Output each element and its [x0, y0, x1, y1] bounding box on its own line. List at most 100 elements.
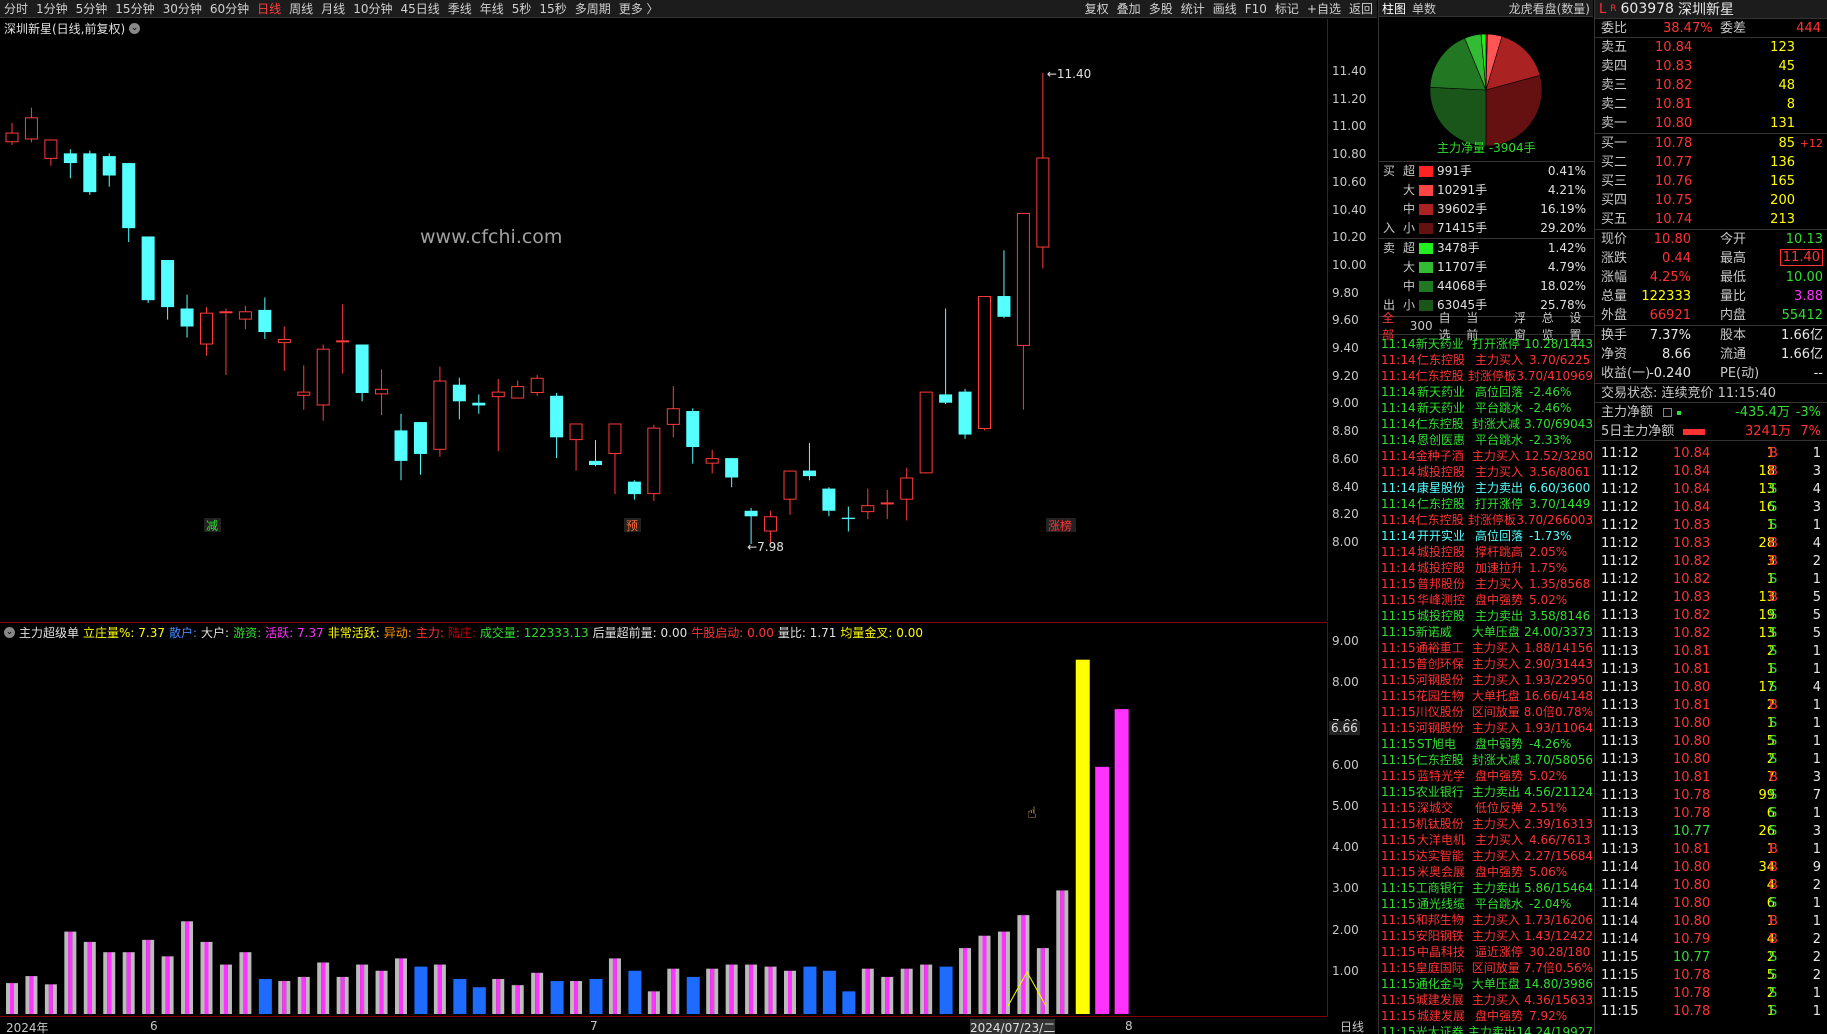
tick-row: 11:12 10.84 13 S 4: [1595, 481, 1827, 499]
period-tab-7[interactable]: 周线: [285, 0, 317, 18]
period-tab-2[interactable]: 5分钟: [72, 0, 112, 18]
ask-row[interactable]: 卖二 10.81 8: [1595, 95, 1827, 114]
flow-volume: 71415手: [1437, 221, 1488, 235]
bid-row[interactable]: 买三 10.76 165: [1595, 172, 1827, 191]
period-tab-1[interactable]: 1分钟: [32, 0, 72, 18]
alert-row[interactable]: 11:14 城投控股 加速拉升 1.75%: [1381, 560, 1593, 576]
candle-body: [958, 391, 972, 435]
alert-row[interactable]: 11:15 达实智能 主力买入 2.27/15684: [1381, 848, 1593, 864]
alert-row[interactable]: 11:14 新天药业 高位回落 -2.46%: [1381, 384, 1593, 400]
bid-row[interactable]: 买一 10.78 85 +12: [1595, 134, 1827, 153]
alert-row[interactable]: 11:15 通裕重工 主力买入 1.88/14156: [1381, 640, 1593, 656]
alert-row[interactable]: 11:15 城建发展 盘中强势 7.92%: [1381, 1008, 1593, 1024]
alert-row[interactable]: 11:15 安阳钢铁 主力买入 1.43/12422: [1381, 928, 1593, 944]
period-tab-6[interactable]: 日线: [253, 0, 285, 18]
volume-indicator-chart[interactable]: [0, 642, 1327, 1016]
alert-row[interactable]: 11:14 开开实业 高位回落 -1.73%: [1381, 528, 1593, 544]
period-tab-13[interactable]: 5秒: [508, 0, 536, 18]
period-tab-0[interactable]: 分时: [0, 0, 32, 18]
alert-row[interactable]: 11:15 光大证券 主力卖出 14.24/19927: [1381, 1024, 1593, 1034]
period-tab-14[interactable]: 15秒: [535, 0, 570, 18]
alert-row[interactable]: 11:15 深城交 低位反弹 2.51%: [1381, 800, 1593, 816]
tick-side: S: [1769, 806, 1778, 821]
volume-tick: 8.00: [1332, 675, 1359, 690]
alert-row[interactable]: 11:15 通光线缆 平台跳水 -2.04%: [1381, 896, 1593, 912]
alert-row[interactable]: 11:15 皇庭国际 区间放量 7.7倍0.56%: [1381, 960, 1593, 976]
ask-row[interactable]: 卖五 10.84 123: [1595, 38, 1827, 57]
alert-row[interactable]: 11:14 仁东控股 封涨停板 3.70/266003: [1381, 512, 1593, 528]
alert-row[interactable]: 11:15 大洋电机 主力买入 4.66/7613: [1381, 832, 1593, 848]
alert-row[interactable]: 11:15 工商银行 主力卖出 5.86/15464: [1381, 880, 1593, 896]
tool-button-2[interactable]: 多股: [1145, 0, 1177, 18]
bid-row[interactable]: 买五 10.74 213: [1595, 210, 1827, 229]
tool-button-4[interactable]: 画线: [1209, 0, 1241, 18]
alert-row[interactable]: 11:15 农业银行 主力卖出 4.56/21124: [1381, 784, 1593, 800]
alert-row[interactable]: 11:15 和邦生物 主力买入 1.73/16206: [1381, 912, 1593, 928]
volume-bar: [453, 978, 467, 1014]
tick-trades-list[interactable]: 11:12 10.84 1 B 1 11:12 10.84 18 B 3 11:12 10.84 13 S…: [1595, 441, 1827, 1021]
alert-row[interactable]: 11:15 机钛股份 主力买入 2.39/16313: [1381, 816, 1593, 832]
alert-row[interactable]: 11:15 新诺威 大单压盘 24.00/3373: [1381, 624, 1593, 640]
alert-row[interactable]: 11:15 普创环保 主力买入 2.90/31443: [1381, 656, 1593, 672]
ask-row[interactable]: 卖一 10.80 131: [1595, 114, 1827, 133]
tool-button-0[interactable]: 复权: [1081, 0, 1113, 18]
alert-row[interactable]: 11:14 城投控股 主力买入 3.56/8061: [1381, 464, 1593, 480]
alert-row[interactable]: 11:15 河钢股份 主力买入 1.93/22950: [1381, 672, 1593, 688]
tool-button-5[interactable]: F10: [1241, 0, 1271, 18]
period-tab-4[interactable]: 30分钟: [159, 0, 206, 18]
alert-row[interactable]: 11:15 花园生物 大单托盘 16.66/4148: [1381, 688, 1593, 704]
bid-row[interactable]: 买二 10.77 136: [1595, 153, 1827, 172]
period-tab-12[interactable]: 年线: [476, 0, 508, 18]
tool-button-3[interactable]: 统计: [1177, 0, 1209, 18]
tool-button-6[interactable]: 标记: [1271, 0, 1303, 18]
alert-row[interactable]: 11:15 蓝特光学 盘中强势 5.02%: [1381, 768, 1593, 784]
alert-row[interactable]: 11:14 仁东控股 主力买入 3.70/6225: [1381, 352, 1593, 368]
alert-time: 11:14: [1381, 561, 1416, 575]
tick-side: S: [1769, 896, 1778, 911]
dragon-tiger-label[interactable]: 龙虎看盘(数量): [1506, 0, 1593, 17]
bid-row[interactable]: 买四 10.75 200: [1595, 191, 1827, 210]
news-tab-1[interactable]: 300: [1407, 319, 1436, 333]
book-level-label: 卖二: [1601, 97, 1628, 112]
period-tab-15[interactable]: 多周期: [571, 0, 615, 18]
period-tab-3[interactable]: 15分钟: [111, 0, 158, 18]
alert-row[interactable]: 11:15 仁东控股 封涨大减 3.70/58056: [1381, 752, 1593, 768]
candlestick-chart[interactable]: ←11.40 ←7.98 减 预 涨榜: [0, 38, 1327, 621]
alert-row[interactable]: 11:14 仁东控股 封涨大减 3.70/69043: [1381, 416, 1593, 432]
alert-row[interactable]: 11:15 华峰测控 盘中强势 5.02%: [1381, 592, 1593, 608]
period-tab-9[interactable]: 10分钟: [349, 0, 396, 18]
period-tab-10[interactable]: 45日线: [396, 0, 443, 18]
alert-row[interactable]: 11:15 通化金马 大单压盘 14.80/3986: [1381, 976, 1593, 992]
chart-settings-icon[interactable]: ⌄: [129, 22, 141, 34]
volume-bar-stripe: [10, 983, 14, 1014]
tab-bar-chart[interactable]: 柱图: [1379, 0, 1409, 17]
alert-row[interactable]: 11:14 新天药业 平台跳水 -2.46%: [1381, 400, 1593, 416]
alert-row[interactable]: 11:14 城投控股 撑杆跳高 2.05%: [1381, 544, 1593, 560]
alert-row[interactable]: 11:14 仁东控股 打开涨停 3.70/1449: [1381, 496, 1593, 512]
alert-row[interactable]: 11:15 城投控股 主力卖出 3.58/8146: [1381, 608, 1593, 624]
period-tab-16[interactable]: 更多 〉: [615, 0, 663, 18]
alert-row[interactable]: 11:15 普邦股份 主力买入 1.35/8568: [1381, 576, 1593, 592]
tool-button-1[interactable]: 叠加: [1113, 0, 1145, 18]
market-alerts-list[interactable]: 11:14 新天药业 打开涨停 10.28/1443 11:14 仁东控股 主力买入 3.70…: [1381, 336, 1593, 1034]
alert-row[interactable]: 11:15 ST旭电 盘中弱势 -4.26%: [1381, 736, 1593, 752]
alert-row[interactable]: 11:15 河钢股份 主力买入 1.93/11064: [1381, 720, 1593, 736]
alert-row[interactable]: 11:14 康星股份 主力卖出 6.60/3600: [1381, 480, 1593, 496]
alert-value: 3.56/8061: [1529, 465, 1591, 479]
alert-row[interactable]: 11:14 恩创医惠 平台跳水 -2.33%: [1381, 432, 1593, 448]
alert-row[interactable]: 11:14 金种子酒 主力买入 12.52/3280: [1381, 448, 1593, 464]
ask-row[interactable]: 卖四 10.83 45: [1595, 57, 1827, 76]
alert-row[interactable]: 11:15 城建发展 主力买入 4.36/15633: [1381, 992, 1593, 1008]
tab-order-count[interactable]: 单数: [1409, 0, 1439, 17]
tool-button-8[interactable]: 返回: [1345, 0, 1377, 18]
ask-row[interactable]: 卖三 10.82 48: [1595, 76, 1827, 95]
period-tab-11[interactable]: 季线: [444, 0, 476, 18]
tool-button-7[interactable]: +自选: [1303, 0, 1345, 18]
period-tab-5[interactable]: 60分钟: [206, 0, 253, 18]
period-tab-8[interactable]: 月线: [317, 0, 349, 18]
alert-row[interactable]: 11:15 中晶科技 逼近涨停 30.28/180: [1381, 944, 1593, 960]
alert-row[interactable]: 11:15 川仪股份 区间放量 8.0倍0.78%: [1381, 704, 1593, 720]
alert-row[interactable]: 11:14 仁东控股 封涨停板 3.70/410969: [1381, 368, 1593, 384]
alert-row[interactable]: 11:15 米奥会展 盘中强势 5.06%: [1381, 864, 1593, 880]
alert-row[interactable]: 11:14 新天药业 打开涨停 10.28/1443: [1381, 336, 1593, 352]
